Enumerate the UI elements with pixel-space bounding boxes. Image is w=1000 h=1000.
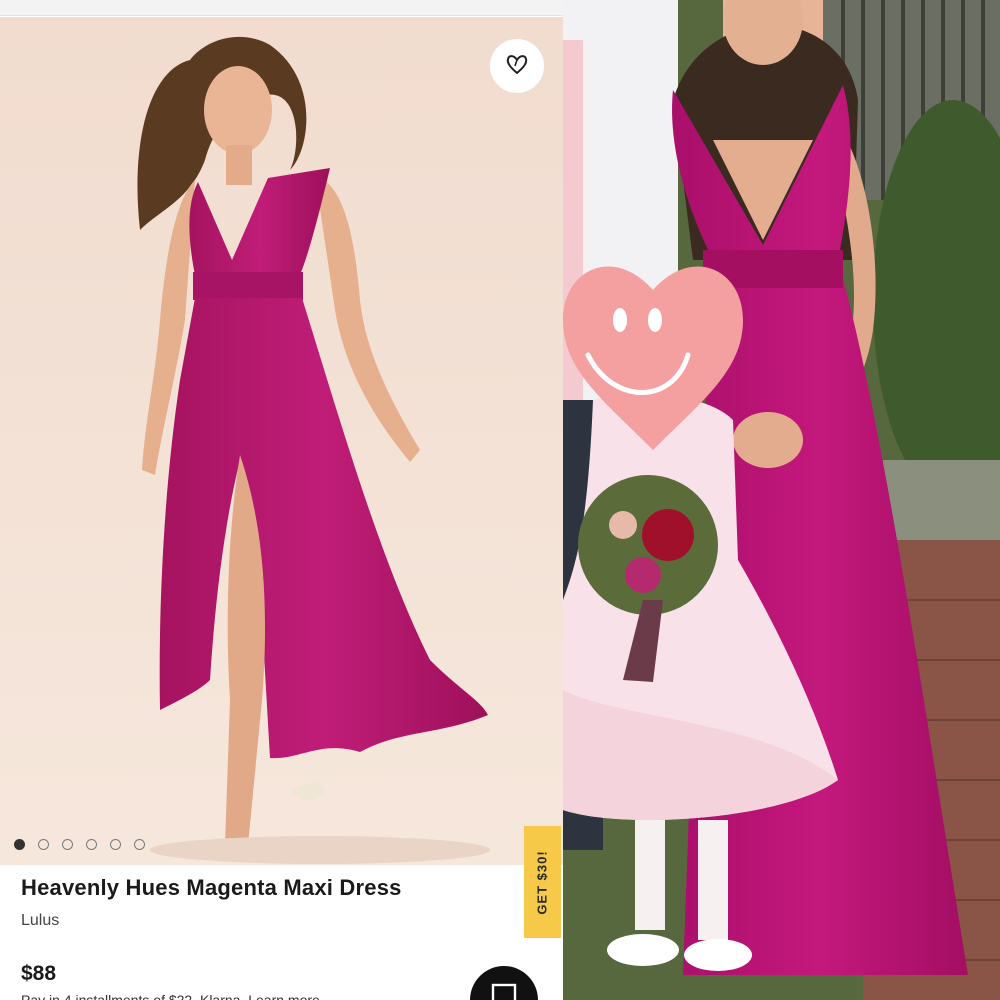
gallery-dot-3[interactable] <box>62 839 73 850</box>
product-price: $88 <box>21 962 57 985</box>
gallery-dot-4[interactable] <box>86 839 97 850</box>
gallery-pagination <box>14 839 145 850</box>
product-photo[interactable] <box>0 17 563 865</box>
shopping-bag-icon <box>490 983 518 1000</box>
promo-tab[interactable]: GET $30! <box>524 826 561 938</box>
real-life-photo <box>563 0 1000 1000</box>
favorite-button[interactable] <box>490 39 544 93</box>
gallery-dot-6[interactable] <box>134 839 145 850</box>
model-in-dress-illustration <box>0 17 563 865</box>
product-brand[interactable]: Lulus <box>21 912 59 930</box>
product-card-screenshot: Heavenly Hues Magenta Maxi Dress Lulus $… <box>0 0 563 1000</box>
gallery-dot-2[interactable] <box>38 839 49 850</box>
gallery-dot-1[interactable] <box>14 839 25 850</box>
installments-text[interactable]: Pay in 4 installments of $22. Klarna. Le… <box>21 992 320 1000</box>
promo-label: GET $30! <box>535 849 551 915</box>
top-strip <box>0 0 563 16</box>
product-title: Heavenly Hues Magenta Maxi Dress <box>21 875 402 900</box>
wedding-photo-illustration <box>563 0 1000 1000</box>
heart-icon <box>504 51 530 82</box>
gallery-dot-5[interactable] <box>110 839 121 850</box>
